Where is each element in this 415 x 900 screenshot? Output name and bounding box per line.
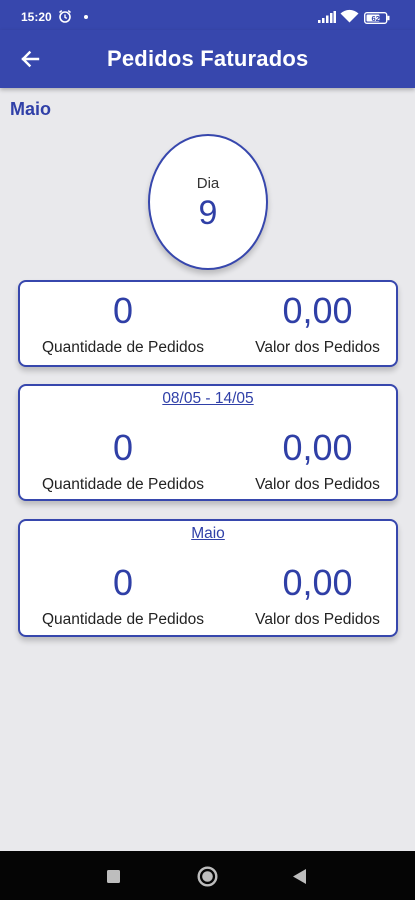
app-bar: Pedidos Faturados xyxy=(0,30,415,88)
circle-icon[interactable] xyxy=(197,866,218,892)
signal-icon xyxy=(318,10,336,28)
quantity-value: 0 xyxy=(112,427,134,468)
battery-level: 62 xyxy=(372,14,380,23)
alarm-icon xyxy=(58,9,72,28)
battery-icon: 62 xyxy=(363,11,390,29)
quantity-label: Quantidade de Pedidos xyxy=(41,339,205,356)
square-icon[interactable] xyxy=(107,870,120,888)
back-button[interactable] xyxy=(12,41,48,77)
value-label: Valor dos Pedidos xyxy=(255,611,380,628)
value-label: Valor dos Pedidos xyxy=(255,339,380,356)
order-value: 0,00 xyxy=(282,290,353,331)
quantity-column: 0 Quantidade de Pedidos xyxy=(28,428,218,494)
triangle-icon[interactable] xyxy=(293,869,306,889)
value-column: 0,00 Valor dos Pedidos xyxy=(235,563,400,629)
status-bar: 15:20 62 xyxy=(0,0,415,30)
day-value: 9 xyxy=(198,194,218,232)
week-summary-card: 08/05 - 14/05 0 Quantidade de Pedidos 0,… xyxy=(18,384,398,501)
quantity-column: 0 Quantidade de Pedidos xyxy=(28,291,218,357)
order-value: 0,00 xyxy=(282,562,353,603)
day-indicator: Dia 9 xyxy=(148,134,268,270)
value-column: 0,00 Valor dos Pedidos xyxy=(235,428,400,494)
system-navigation-bar xyxy=(0,851,415,900)
day-label: Dia xyxy=(196,175,220,192)
day-summary-card: 0 Quantidade de Pedidos 0,00 Valor dos P… xyxy=(18,280,398,367)
notification-dot-icon xyxy=(84,15,88,19)
month-period-link[interactable]: Maio xyxy=(20,525,396,543)
wifi-icon xyxy=(340,9,359,28)
order-value: 0,00 xyxy=(282,427,353,468)
quantity-value: 0 xyxy=(112,290,134,331)
month-label: Maio xyxy=(10,99,52,119)
quantity-label: Quantidade de Pedidos xyxy=(41,476,205,493)
status-time: 15:20 xyxy=(21,10,52,24)
value-label: Valor dos Pedidos xyxy=(255,476,380,493)
quantity-label: Quantidade de Pedidos xyxy=(41,611,205,628)
value-column: 0,00 Valor dos Pedidos xyxy=(235,291,400,357)
arrow-left-icon xyxy=(21,50,40,68)
page-title: Pedidos Faturados xyxy=(107,46,309,71)
quantity-column: 0 Quantidade de Pedidos xyxy=(28,563,218,629)
month-summary-card: Maio 0 Quantidade de Pedidos 0,00 Valor … xyxy=(18,519,398,637)
week-period-link[interactable]: 08/05 - 14/05 xyxy=(20,390,396,408)
quantity-value: 0 xyxy=(112,562,134,603)
